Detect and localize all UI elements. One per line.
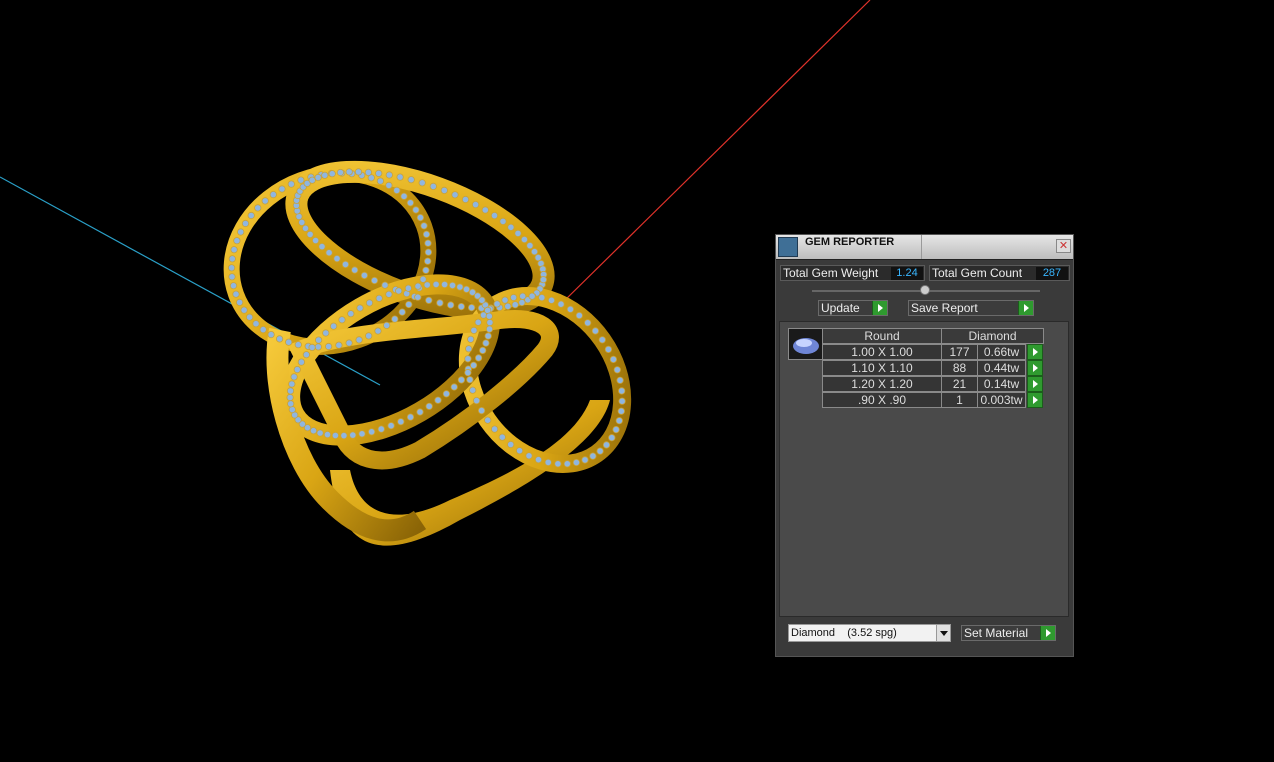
gem-list: Round Diamond 1.00 X 1.00 177 0.66tw 1.1… [779,321,1069,617]
panel-title: GEM REPORTER [805,236,895,248]
material-select-value: Diamond (3.52 spg) [791,627,897,639]
row-count: 21 [941,376,978,392]
close-icon[interactable]: ✕ [1056,239,1071,253]
update-button-label: Update [821,301,860,315]
row-size: .90 X .90 [822,392,942,408]
material-select[interactable]: Diamond (3.52 spg) [788,624,951,642]
play-arrow-icon[interactable] [1027,344,1043,360]
play-arrow-icon[interactable] [1027,376,1043,392]
save-report-button-label: Save Report [911,301,978,315]
row-size: 1.00 X 1.00 [822,344,942,360]
round-gem-icon[interactable] [788,328,824,360]
total-gem-weight: Total Gem Weight 1.24 [780,265,925,281]
set-material-button[interactable]: Set Material [961,625,1056,641]
gem-reporter-icon [778,237,798,257]
play-arrow-icon[interactable] [1027,360,1043,376]
row-size: 1.20 X 1.20 [822,376,942,392]
total-gem-count-value: 287 [1036,267,1068,280]
3d-viewport[interactable] [0,0,1274,762]
row-weight: 0.14tw [977,376,1026,392]
play-arrow-icon [1040,626,1055,640]
title-bar[interactable]: GEM REPORTER ✕ [776,235,1073,260]
row-weight: 0.003tw [977,392,1026,408]
row-count: 1 [941,392,978,408]
chevron-down-icon[interactable] [936,625,950,641]
total-gem-weight-value: 1.24 [891,267,923,280]
play-arrow-icon [1018,301,1033,315]
row-weight: 0.66tw [977,344,1026,360]
play-arrow-icon[interactable] [1027,392,1043,408]
row-count: 177 [941,344,978,360]
gem-reporter-panel: GEM REPORTER ✕ Total Gem Weight 1.24 Tot… [775,234,1074,657]
column-header-shape: Round [822,328,942,344]
title-divider [921,235,922,259]
ring-model[interactable] [207,144,654,546]
row-count: 88 [941,360,978,376]
total-gem-count: Total Gem Count 287 [929,265,1070,281]
column-header-material: Diamond [941,328,1044,344]
row-weight: 0.44tw [977,360,1026,376]
slider-handle[interactable] [920,285,930,295]
set-material-button-label: Set Material [964,626,1029,640]
play-arrow-icon [872,301,887,315]
row-size: 1.10 X 1.10 [822,360,942,376]
total-gem-count-label: Total Gem Count [932,266,1023,280]
save-report-button[interactable]: Save Report [908,300,1034,316]
update-button[interactable]: Update [818,300,888,316]
total-gem-weight-label: Total Gem Weight [783,266,879,280]
